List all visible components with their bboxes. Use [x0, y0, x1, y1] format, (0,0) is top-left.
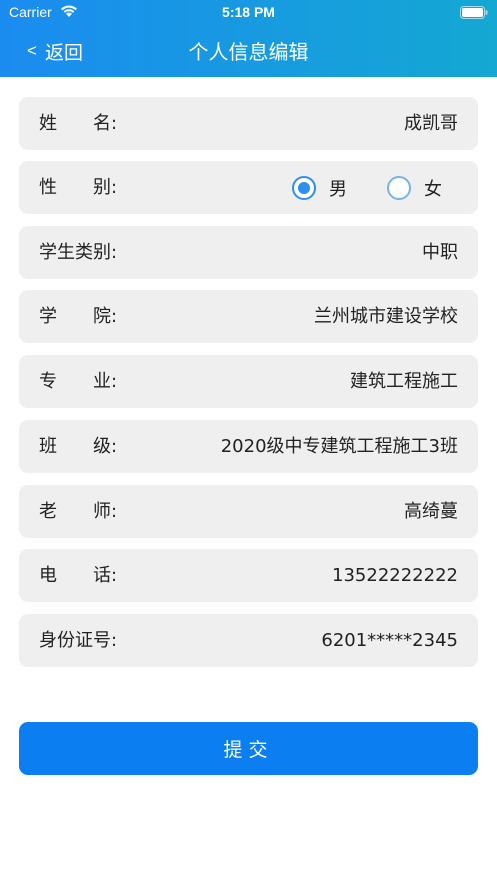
submit-button[interactable]: 提交: [19, 722, 478, 775]
phone-row: 电 话: 13522222222: [19, 549, 478, 602]
battery-icon: [460, 6, 488, 19]
id-number-value[interactable]: 6201*****2345: [321, 614, 458, 667]
class-label: 班 级:: [39, 436, 118, 457]
student-type-value[interactable]: 中职: [422, 226, 458, 279]
student-type-label: 学生类别:: [39, 242, 118, 263]
top-header: Carrier 5:18 PM < 返回 个人信息编辑: [0, 0, 497, 77]
name-value[interactable]: 成凯哥: [404, 97, 458, 150]
gender-row: 性 别: 男 女: [19, 161, 478, 214]
teacher-row: 老 师: 高绮蔓: [19, 485, 478, 538]
gender-option-female-label: 女: [424, 178, 442, 200]
major-label: 专 业:: [39, 371, 118, 392]
page-title: 个人信息编辑: [188, 40, 309, 64]
college-label: 学 院:: [39, 306, 118, 327]
college-row: 学 院: 兰州城市建设学校: [19, 290, 478, 343]
gender-option-female[interactable]: 女: [387, 175, 442, 201]
major-row: 专 业: 建筑工程施工: [19, 355, 478, 408]
college-value[interactable]: 兰州城市建设学校: [314, 290, 458, 343]
major-value[interactable]: 建筑工程施工: [350, 355, 458, 408]
class-row: 班 级: 2020级中专建筑工程施工3班: [19, 420, 478, 473]
id-number-row: 身份证号: 6201*****2345: [19, 614, 478, 667]
student-type-row: 学生类别: 中职: [19, 226, 478, 279]
radio-unchecked-icon[interactable]: [387, 175, 411, 200]
phone-label: 电 话:: [39, 565, 118, 586]
gender-option-male[interactable]: 男: [292, 175, 347, 201]
name-label: 姓 名:: [39, 113, 118, 134]
radio-checked-icon[interactable]: [292, 175, 316, 200]
status-time: 5:18 PM: [222, 4, 275, 20]
gender-option-male-label: 男: [329, 178, 347, 200]
name-row: 姓 名: 成凯哥: [19, 97, 478, 150]
class-value[interactable]: 2020级中专建筑工程施工3班: [221, 420, 458, 473]
gender-label: 性 别:: [39, 177, 118, 198]
id-number-label: 身份证号:: [39, 630, 118, 651]
teacher-label: 老 师:: [39, 501, 118, 522]
teacher-value[interactable]: 高绮蔓: [404, 485, 458, 538]
status-bar: Carrier 5:18 PM: [0, 0, 497, 26]
phone-value[interactable]: 13522222222: [332, 549, 458, 602]
gender-radio-group: 男 女: [292, 161, 442, 214]
